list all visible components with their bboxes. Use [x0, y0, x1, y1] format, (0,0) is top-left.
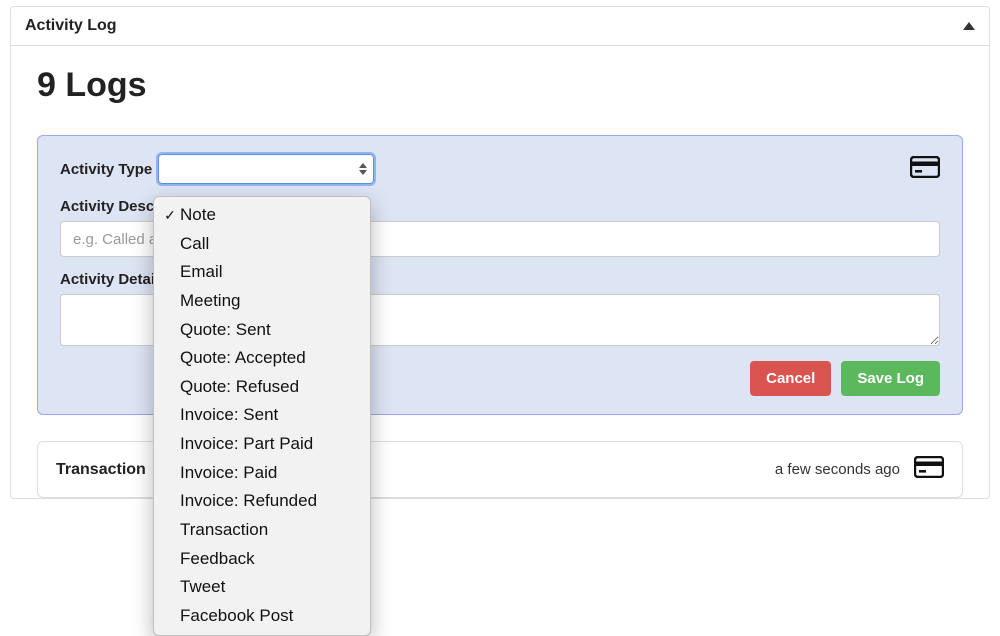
- cancel-button[interactable]: Cancel: [750, 361, 831, 396]
- dropdown-option-label: Transaction: [180, 518, 268, 543]
- dropdown-option[interactable]: Feedback: [154, 545, 370, 574]
- dropdown-option[interactable]: Invoice: Sent: [154, 401, 370, 430]
- credit-card-icon: [910, 156, 940, 183]
- dropdown-option-label: Tweet: [180, 575, 225, 600]
- dropdown-option-label: Quote: Sent: [180, 318, 271, 343]
- dropdown-option-label: Quote: Accepted: [180, 346, 306, 371]
- dropdown-option-label: Quote: Refused: [180, 375, 299, 400]
- select-arrows-icon: [359, 163, 367, 175]
- dropdown-option[interactable]: Invoice: Refunded: [154, 487, 370, 516]
- dropdown-option-label: Invoice: Refunded: [180, 489, 317, 514]
- activity-type-select[interactable]: [158, 154, 374, 184]
- check-icon: ✓: [162, 205, 178, 225]
- activity-type-dropdown[interactable]: ✓NoteCallEmailMeetingQuote: SentQuote: A…: [153, 196, 371, 636]
- dropdown-option[interactable]: Quote: Accepted: [154, 344, 370, 373]
- dropdown-option[interactable]: Quote: Sent: [154, 316, 370, 345]
- dropdown-option-label: Invoice: Sent: [180, 403, 278, 428]
- dropdown-option[interactable]: Facebook Post: [154, 602, 370, 631]
- dropdown-option[interactable]: Tweet: [154, 573, 370, 602]
- credit-card-icon: [914, 456, 944, 483]
- logs-count-heading: 9 Logs: [37, 66, 963, 105]
- panel-header[interactable]: Activity Log: [11, 7, 989, 46]
- log-entry-time: a few seconds ago: [775, 461, 900, 478]
- dropdown-option[interactable]: Meeting: [154, 287, 370, 316]
- dropdown-option[interactable]: Quote: Refused: [154, 373, 370, 402]
- dropdown-option-label: Email: [180, 260, 223, 285]
- dropdown-option-label: Invoice: Part Paid: [180, 432, 313, 457]
- collapse-caret-up-icon: [963, 22, 975, 30]
- dropdown-option-label: Call: [180, 232, 209, 257]
- dropdown-option[interactable]: ✓Note: [154, 201, 370, 230]
- dropdown-option-label: Meeting: [180, 289, 240, 314]
- dropdown-option[interactable]: Call: [154, 230, 370, 259]
- dropdown-option[interactable]: Invoice: Part Paid: [154, 430, 370, 459]
- dropdown-option[interactable]: Transaction: [154, 516, 370, 545]
- save-log-button[interactable]: Save Log: [841, 361, 940, 396]
- panel-title: Activity Log: [25, 17, 117, 35]
- dropdown-option-label: Facebook Post: [180, 604, 293, 629]
- dropdown-option[interactable]: Invoice: Paid: [154, 459, 370, 488]
- dropdown-option-label: Note: [180, 203, 216, 228]
- dropdown-option-label: Invoice: Paid: [180, 461, 277, 486]
- activity-type-label: Activity Type: [60, 161, 152, 178]
- dropdown-option[interactable]: Email: [154, 258, 370, 287]
